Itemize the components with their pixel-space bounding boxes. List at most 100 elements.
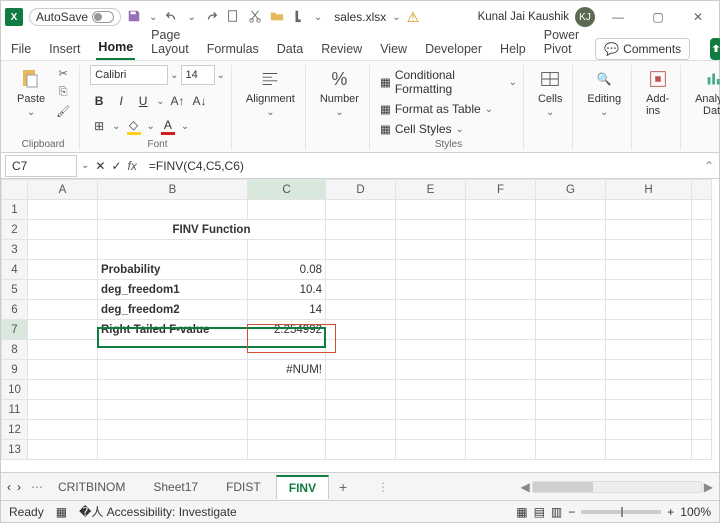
- share-button[interactable]: [710, 38, 720, 60]
- view-normal-icon[interactable]: ▦: [516, 505, 527, 519]
- row-8[interactable]: 8: [2, 340, 28, 360]
- name-box[interactable]: C7: [5, 155, 77, 177]
- tab-formulas[interactable]: Formulas: [205, 38, 261, 60]
- select-all[interactable]: [2, 180, 28, 200]
- fx-icon[interactable]: fx: [128, 159, 137, 173]
- tab-developer[interactable]: Developer: [423, 38, 484, 60]
- cell-styles-button[interactable]: ▦ Cell Styles ⌄: [380, 121, 464, 137]
- col-E[interactable]: E: [396, 180, 466, 200]
- cell-C4[interactable]: 0.08: [248, 260, 326, 280]
- cell-B7[interactable]: Right Tailed F-value: [98, 320, 248, 340]
- bold-button[interactable]: B: [90, 92, 108, 110]
- format-as-table-button[interactable]: ▦ Format as Table ⌄: [380, 101, 493, 117]
- cell-B6[interactable]: deg_freedom2: [98, 300, 248, 320]
- col-A[interactable]: A: [28, 180, 98, 200]
- addins-button[interactable]: Add-ins: [642, 65, 674, 119]
- scroll-left-icon[interactable]: ◀: [521, 480, 530, 494]
- analyze-button[interactable]: Analyze Data: [691, 65, 720, 119]
- cell-C6[interactable]: 14: [248, 300, 326, 320]
- conditional-formatting-button[interactable]: ▦ Conditional Formatting ⌄: [380, 67, 517, 97]
- zoom-level[interactable]: 100%: [680, 505, 711, 519]
- view-layout-icon[interactable]: ▤: [534, 505, 545, 519]
- row-5[interactable]: 5: [2, 280, 28, 300]
- col-H[interactable]: H: [606, 180, 692, 200]
- fill-color-button[interactable]: ◇: [125, 117, 143, 135]
- close-button[interactable]: ✕: [681, 3, 715, 31]
- sheet-tab-critbinom[interactable]: CRITBINOM: [45, 475, 138, 498]
- cut-icon[interactable]: [248, 9, 262, 26]
- row-2[interactable]: 2: [2, 220, 28, 240]
- worksheet[interactable]: A B C D E F G H 1 2FINV Function 3 4Prob…: [1, 179, 719, 472]
- row-4[interactable]: 4: [2, 260, 28, 280]
- accessibility-status[interactable]: �人 Accessibility: Investigate: [79, 503, 237, 520]
- tab-nav-prev[interactable]: ‹: [7, 480, 11, 494]
- scroll-right-icon[interactable]: ▶: [704, 480, 713, 494]
- view-pagebreak-icon[interactable]: ▥: [551, 505, 562, 519]
- filename-dropdown-icon[interactable]: ⌄: [392, 12, 400, 23]
- expand-formula-bar[interactable]: ⌃: [699, 159, 719, 173]
- cells-button[interactable]: Cells⌄: [534, 65, 566, 120]
- row-10[interactable]: 10: [2, 380, 28, 400]
- cell-C3[interactable]: [248, 240, 326, 260]
- formula-input[interactable]: =FINV(C4,C5,C6): [143, 159, 699, 173]
- sheet-tab-fdist[interactable]: FDIST: [213, 475, 274, 498]
- save-icon[interactable]: [127, 9, 141, 26]
- save-dropdown-icon[interactable]: ⌄: [149, 12, 157, 23]
- font-size-dd[interactable]: ⌄: [217, 70, 225, 81]
- cut-button[interactable]: ✂: [53, 65, 73, 81]
- warning-icon[interactable]: ⚠: [407, 9, 420, 26]
- tab-nav-more[interactable]: ⋯: [31, 480, 43, 494]
- zoom-slider[interactable]: [581, 510, 661, 514]
- border-dd[interactable]: ⌄: [112, 121, 120, 132]
- zoom-in-button[interactable]: +: [667, 505, 674, 519]
- minimize-button[interactable]: —: [601, 3, 635, 31]
- font-color-button[interactable]: A: [159, 117, 177, 135]
- undo-dropdown-icon[interactable]: ⌄: [187, 12, 195, 23]
- maximize-button[interactable]: ▢: [641, 3, 675, 31]
- underline-dd[interactable]: ⌄: [156, 96, 164, 107]
- font-size-select[interactable]: 14: [181, 65, 215, 85]
- tab-data[interactable]: Data: [275, 38, 305, 60]
- cell-C5[interactable]: 10.4: [248, 280, 326, 300]
- increase-font-button[interactable]: A↑: [169, 92, 187, 110]
- comments-button[interactable]: 💬 Comments: [595, 38, 690, 60]
- tab-nav-next[interactable]: ›: [17, 480, 21, 494]
- macro-icon[interactable]: ▦: [56, 505, 67, 519]
- row-12[interactable]: 12: [2, 420, 28, 440]
- cancel-formula-icon[interactable]: ✕: [95, 159, 105, 173]
- row-7[interactable]: 7: [2, 320, 28, 340]
- sheet-tab-sheet17[interactable]: Sheet17: [140, 475, 211, 498]
- alignment-button[interactable]: Alignment⌄: [242, 65, 299, 120]
- autosave-toggle[interactable]: AutoSave: [29, 8, 121, 26]
- cell-B5[interactable]: deg_freedom1: [98, 280, 248, 300]
- italic-button[interactable]: I: [112, 92, 130, 110]
- namebox-dropdown[interactable]: ⌄: [81, 160, 89, 171]
- tab-file[interactable]: File: [9, 38, 33, 60]
- filename[interactable]: sales.xlsx: [334, 10, 386, 24]
- fontcolor-dd[interactable]: ⌄: [181, 121, 189, 132]
- cell-C7[interactable]: 2.254992: [248, 320, 326, 340]
- tab-insert[interactable]: Insert: [47, 38, 82, 60]
- row-13[interactable]: 13: [2, 440, 28, 460]
- editing-button[interactable]: 🔍 Editing⌄: [583, 65, 625, 120]
- add-sheet-button[interactable]: +: [331, 479, 355, 495]
- user-name[interactable]: Kunal Jai Kaushik: [478, 11, 569, 23]
- open-icon[interactable]: [270, 9, 284, 26]
- underline-button[interactable]: U: [134, 92, 152, 110]
- row-1[interactable]: 1: [2, 200, 28, 220]
- accept-formula-icon[interactable]: ✓: [111, 159, 121, 173]
- horizontal-scrollbar[interactable]: ◀ ▶: [521, 480, 713, 494]
- touch-mode-icon[interactable]: [292, 9, 306, 26]
- col-G[interactable]: G: [536, 180, 606, 200]
- number-button[interactable]: % Number⌄: [316, 65, 363, 120]
- zoom-out-button[interactable]: −: [568, 505, 575, 519]
- new-icon[interactable]: [226, 9, 240, 26]
- undo-icon[interactable]: [165, 9, 179, 26]
- copy-button[interactable]: ⎘: [53, 84, 73, 100]
- sheet-tab-finv[interactable]: FINV: [276, 475, 329, 499]
- scroll-thumb[interactable]: [533, 482, 593, 492]
- cell-B3[interactable]: [98, 240, 248, 260]
- row-6[interactable]: 6: [2, 300, 28, 320]
- format-painter-button[interactable]: 🖌: [53, 103, 73, 119]
- tab-home[interactable]: Home: [96, 36, 135, 60]
